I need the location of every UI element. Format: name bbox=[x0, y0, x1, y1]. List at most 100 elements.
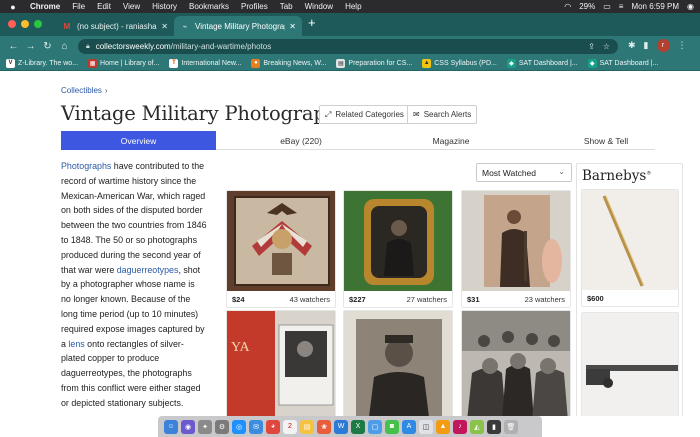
menu-help[interactable]: Help bbox=[345, 2, 361, 11]
menu-file[interactable]: File bbox=[72, 2, 85, 11]
share-icon[interactable]: ⇪ bbox=[588, 42, 595, 51]
launchpad-icon[interactable]: ✦ bbox=[198, 419, 212, 434]
tab-gmail[interactable]: M (no subject) - raniashahid09@ ✕ bbox=[56, 16, 174, 36]
lock-icon[interactable]: 🔒︎ bbox=[86, 43, 90, 51]
bookmark-sat-dashboard-2[interactable]: ◆ SAT Dashboard |... bbox=[587, 58, 658, 68]
preview-icon[interactable]: ◫ bbox=[419, 419, 433, 434]
close-icon[interactable]: ✕ bbox=[289, 22, 296, 31]
mail-icon: ✉ bbox=[413, 110, 420, 119]
menu-history[interactable]: History bbox=[152, 2, 177, 11]
listing-image-sailor-portrait[interactable] bbox=[344, 311, 452, 416]
wifi-icon[interactable]: ◠ bbox=[564, 2, 571, 11]
sidebar-listing-image-rifle[interactable] bbox=[582, 313, 678, 416]
sidebar-listing-card[interactable] bbox=[581, 312, 679, 416]
page-tabs: Overview eBay (220) Magazine Show & Tell bbox=[61, 131, 655, 150]
home-icon[interactable]: ⌂ bbox=[56, 41, 73, 52]
android-icon[interactable]: ◭ bbox=[470, 419, 484, 434]
finder-icon[interactable]: ☺ bbox=[164, 419, 178, 434]
safari-icon[interactable]: ◎ bbox=[232, 419, 246, 434]
link-daguerreotypes[interactable]: daguerreotypes bbox=[117, 265, 179, 275]
bookmark-star-icon[interactable]: ☆ bbox=[603, 42, 610, 51]
trash-icon[interactable]: 🗑︎ bbox=[504, 419, 518, 434]
tab-overview[interactable]: Overview bbox=[61, 131, 216, 150]
sort-dropdown[interactable]: Most Watched ⌄ bbox=[476, 163, 572, 182]
siri-icon[interactable]: ◉ bbox=[687, 2, 694, 11]
bookmark-sat-dashboard-1[interactable]: ◆ SAT Dashboard |... bbox=[506, 58, 578, 68]
listing-card[interactable] bbox=[461, 310, 571, 416]
menu-tab[interactable]: Tab bbox=[280, 2, 293, 11]
bookmark-label: SAT Dashboard |... bbox=[518, 59, 578, 67]
close-window-button[interactable] bbox=[8, 20, 16, 28]
system-tool-icon[interactable]: ⚙ bbox=[215, 419, 229, 434]
listing-card[interactable] bbox=[343, 310, 453, 416]
tab-collectors-weekly[interactable]: ⌁ Vintage Military Photographs | ✕ bbox=[174, 16, 302, 36]
bookmark-css-syllabus[interactable]: ▲ CSS Syllabus (PD... bbox=[422, 58, 497, 68]
music-icon[interactable]: ♪ bbox=[453, 419, 467, 434]
bookmark-breaking-news[interactable]: ● Breaking News, W... bbox=[251, 58, 326, 68]
back-icon[interactable]: ← bbox=[5, 41, 22, 52]
messages-icon[interactable]: ▢ bbox=[368, 419, 382, 434]
battery-icon[interactable]: ▭ bbox=[603, 2, 611, 11]
notes-icon[interactable]: ▤ bbox=[300, 419, 314, 434]
photos-icon[interactable]: ❀ bbox=[317, 419, 331, 434]
barnebys-brand-name: Barnebys bbox=[582, 168, 647, 184]
menu-window[interactable]: Window bbox=[305, 2, 333, 11]
extensions-puzzle-icon[interactable]: ✱ bbox=[628, 40, 636, 51]
more-menu-icon[interactable]: ⋮ bbox=[678, 40, 687, 51]
menu-profiles[interactable]: Profiles bbox=[241, 2, 268, 11]
listing-card[interactable]: $31 23 watchers bbox=[461, 190, 571, 308]
excel-icon[interactable]: X bbox=[351, 419, 365, 434]
search-alerts-button[interactable]: ✉ Search Alerts bbox=[407, 105, 478, 124]
link-photographs[interactable]: Photographs bbox=[61, 161, 111, 171]
bookmark-international-news[interactable]: T International New... bbox=[169, 58, 241, 68]
menu-edit[interactable]: Edit bbox=[97, 2, 111, 11]
listing-image-book-photo[interactable]: YA bbox=[227, 311, 335, 416]
listing-card[interactable]: $227 27 watchers bbox=[343, 190, 453, 308]
listing-card[interactable]: $24 43 watchers bbox=[226, 190, 336, 308]
terminal-icon[interactable]: ▮ bbox=[487, 419, 501, 434]
menu-view[interactable]: View bbox=[123, 2, 140, 11]
barnebys-logo[interactable]: Barnebys® bbox=[582, 168, 651, 184]
bookmark-library-of-congress[interactable]: ▦ Home | Library of... bbox=[88, 58, 159, 68]
profile-avatar[interactable]: r bbox=[656, 39, 670, 52]
vlc-icon[interactable]: ▲ bbox=[436, 419, 450, 434]
siri-icon[interactable]: ◉ bbox=[181, 419, 195, 434]
facetime-icon[interactable]: ◙ bbox=[385, 419, 399, 434]
apple-icon[interactable]: ● bbox=[6, 2, 20, 12]
tab-show-and-tell[interactable]: Show & Tell bbox=[561, 131, 651, 150]
reload-icon[interactable]: ↻ bbox=[39, 41, 56, 52]
sidebar-listing-card[interactable]: $600 bbox=[581, 189, 679, 307]
listing-image-leaders-group[interactable] bbox=[462, 311, 570, 416]
mail-icon[interactable]: ✉ bbox=[249, 419, 263, 434]
macos-menu-bar: ● Chrome File Edit View History Bookmark… bbox=[0, 0, 700, 13]
news-t-icon: T bbox=[169, 58, 179, 68]
new-tab-icon[interactable]: + bbox=[308, 15, 316, 30]
chrome-icon[interactable]: ◕ bbox=[266, 419, 280, 434]
calendar-icon[interactable]: 2 bbox=[283, 419, 297, 434]
address-bar[interactable]: 🔒︎ collectorsweekly.com/military-and-war… bbox=[78, 39, 618, 54]
link-lens[interactable]: lens bbox=[68, 339, 84, 349]
side-panel-icon[interactable]: ▮ bbox=[644, 40, 649, 51]
listing-image-flags-eagle[interactable] bbox=[227, 191, 335, 291]
breadcrumb-collectibles[interactable]: Collectibles bbox=[61, 86, 102, 95]
clock[interactable]: Mon 6:59 PM bbox=[631, 2, 679, 11]
listing-image-soldier-card[interactable] bbox=[462, 191, 570, 291]
zoom-window-button[interactable] bbox=[34, 20, 42, 28]
listing-card[interactable]: YA bbox=[226, 310, 336, 416]
sidebar-listing-image-sword[interactable] bbox=[582, 190, 678, 290]
bookmark-zlibrary[interactable]: V Z-Library. The wo... bbox=[6, 58, 78, 68]
bookmark-preparation-css[interactable]: ▤ Preparation for CS... bbox=[336, 58, 412, 68]
minimize-window-button[interactable] bbox=[21, 20, 29, 28]
related-categories-button[interactable]: ⤢ Related Categories bbox=[319, 105, 410, 124]
article-paragraph-part: , shot by a photographer whose name is n… bbox=[61, 264, 205, 349]
app-store-icon[interactable]: A bbox=[402, 419, 416, 434]
word-icon[interactable]: W bbox=[334, 419, 348, 434]
close-icon[interactable]: ✕ bbox=[161, 22, 168, 31]
listing-image-soldier-tintype[interactable] bbox=[344, 191, 452, 291]
control-center-icon[interactable]: ≡ bbox=[619, 2, 624, 11]
menu-app-chrome[interactable]: Chrome bbox=[30, 2, 60, 11]
tab-ebay[interactable]: eBay (220) bbox=[256, 131, 346, 150]
tab-magazine[interactable]: Magazine bbox=[406, 131, 496, 150]
forward-icon[interactable]: → bbox=[22, 41, 39, 52]
menu-bookmarks[interactable]: Bookmarks bbox=[189, 2, 229, 11]
